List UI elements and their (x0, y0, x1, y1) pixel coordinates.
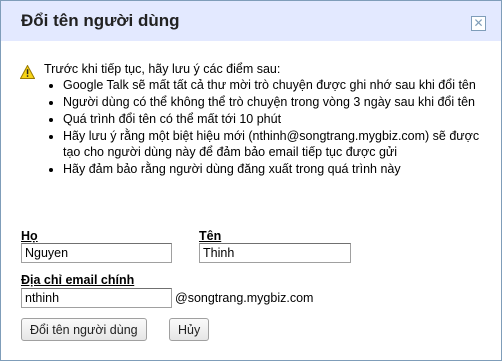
warning-icon (20, 65, 35, 79)
close-icon[interactable]: ✕ (471, 16, 486, 31)
email-input[interactable] (21, 288, 172, 308)
dialog-header: Đổi tên người dùng ✕ (1, 1, 501, 41)
cancel-button[interactable]: Hủy (169, 318, 210, 341)
warning-item: Hãy đảm bảo rằng người dùng đăng xuất tr… (63, 161, 483, 177)
warning-item: Hãy lưu ý rằng một biệt hiệu mới (nthinh… (63, 128, 483, 160)
last-name-label: Họ (21, 229, 38, 243)
first-name-input[interactable] (199, 243, 351, 263)
warning-intro: Trước khi tiếp tục, hãy lưu ý các điểm s… (44, 62, 281, 76)
warning-item: Người dùng có thể không thể trò chuyện t… (63, 94, 483, 110)
warning-item: Quá trình đổi tên có thể mất tới 10 phút (63, 111, 483, 127)
email-domain: @songtrang.mygbiz.com (175, 291, 314, 305)
dialog-title: Đổi tên người dùng (21, 11, 180, 30)
rename-user-dialog: Đổi tên người dùng ✕ Trước khi tiếp tục,… (0, 0, 502, 361)
first-name-label: Tên (199, 229, 222, 243)
warning-item: Google Talk sẽ mất tất cả thư mời trò ch… (63, 77, 483, 93)
email-label: Địa chỉ email chính (21, 273, 135, 287)
warning-list: Google Talk sẽ mất tất cả thư mời trò ch… (44, 77, 483, 178)
last-name-input[interactable] (21, 243, 172, 263)
rename-user-button[interactable]: Đổi tên người dùng (21, 318, 147, 341)
